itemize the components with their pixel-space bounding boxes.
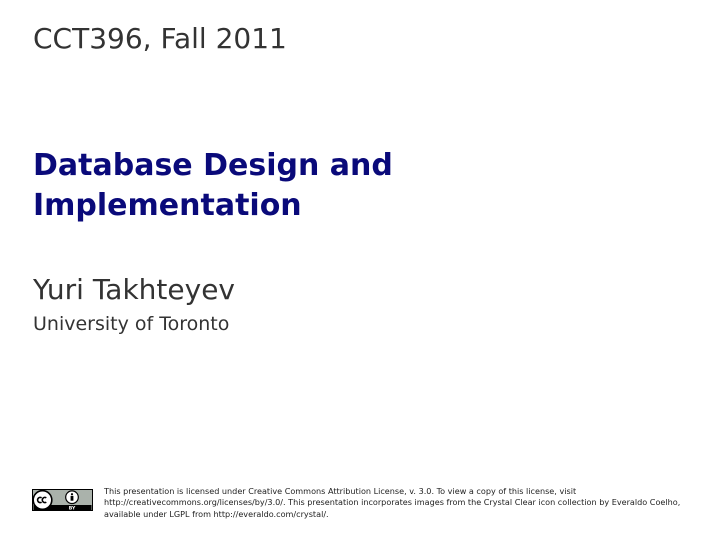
- author-affiliation: University of Toronto: [33, 313, 230, 335]
- cc-by-license-badge: BY: [32, 489, 93, 511]
- slide-title-line-1: Database Design and: [33, 148, 393, 183]
- slide-title: Database Design and Implementation: [33, 146, 513, 226]
- license-notice: This presentation is licensed under Crea…: [104, 486, 681, 519]
- slide: CCT396, Fall 2011 Database Design and Im…: [0, 0, 720, 540]
- badge-label: BY: [69, 505, 76, 511]
- slide-title-line-2: Implementation: [33, 188, 302, 223]
- attribution-icon: [65, 490, 79, 505]
- author-name: Yuri Takhteyev: [33, 273, 235, 306]
- cc-icon: [32, 489, 53, 511]
- course-heading: CCT396, Fall 2011: [33, 22, 287, 55]
